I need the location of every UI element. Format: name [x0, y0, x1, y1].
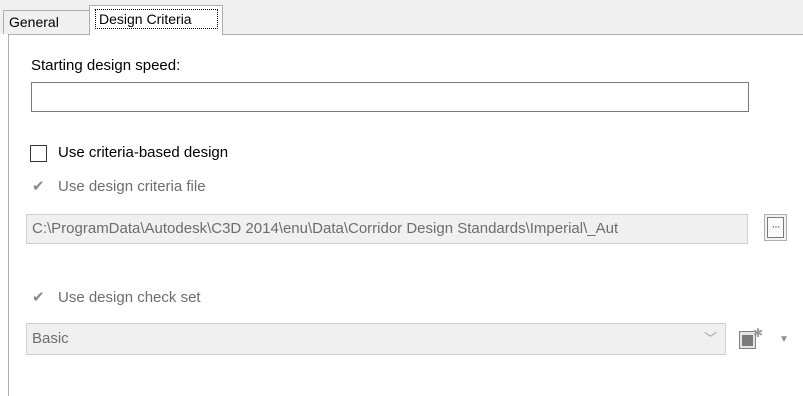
check-set-value: Basic: [32, 330, 69, 347]
tab-design-criteria-label: Design Criteria: [95, 9, 218, 29]
caret-down-icon[interactable]: ▼: [779, 334, 789, 345]
criteria-based-label: Use criteria-based design: [58, 144, 229, 161]
ellipsis-icon: ···: [767, 217, 784, 238]
browse-button[interactable]: ···: [764, 214, 787, 241]
tab-general[interactable]: General: [3, 10, 90, 34]
criteria-file-label: Use design criteria file: [58, 178, 206, 195]
tab-strip: General Design Criteria: [0, 0, 803, 35]
tab-design-criteria[interactable]: Design Criteria: [89, 5, 223, 35]
tab-general-label: General: [9, 14, 59, 30]
chevron-down-icon: ﹀: [703, 331, 717, 346]
criteria-based-checkbox[interactable]: [30, 145, 47, 162]
starting-speed-input[interactable]: [31, 82, 749, 112]
criteria-file-path-field[interactable]: C:\ProgramData\Autodesk\C3D 2014\enu\Dat…: [26, 214, 748, 244]
check-set-select[interactable]: Basic ﹀: [26, 323, 726, 355]
starting-speed-label: Starting design speed:: [31, 57, 181, 74]
new-check-set-button[interactable]: ✱: [738, 326, 764, 351]
check-icon: ✔: [32, 178, 45, 195]
check-set-label: Use design check set: [58, 289, 201, 306]
sparkle-icon: ✱: [753, 326, 764, 340]
criteria-file-checkbox[interactable]: ✔: [30, 178, 47, 196]
check-icon: ✔: [32, 289, 45, 306]
check-set-checkbox[interactable]: ✔: [30, 289, 47, 307]
